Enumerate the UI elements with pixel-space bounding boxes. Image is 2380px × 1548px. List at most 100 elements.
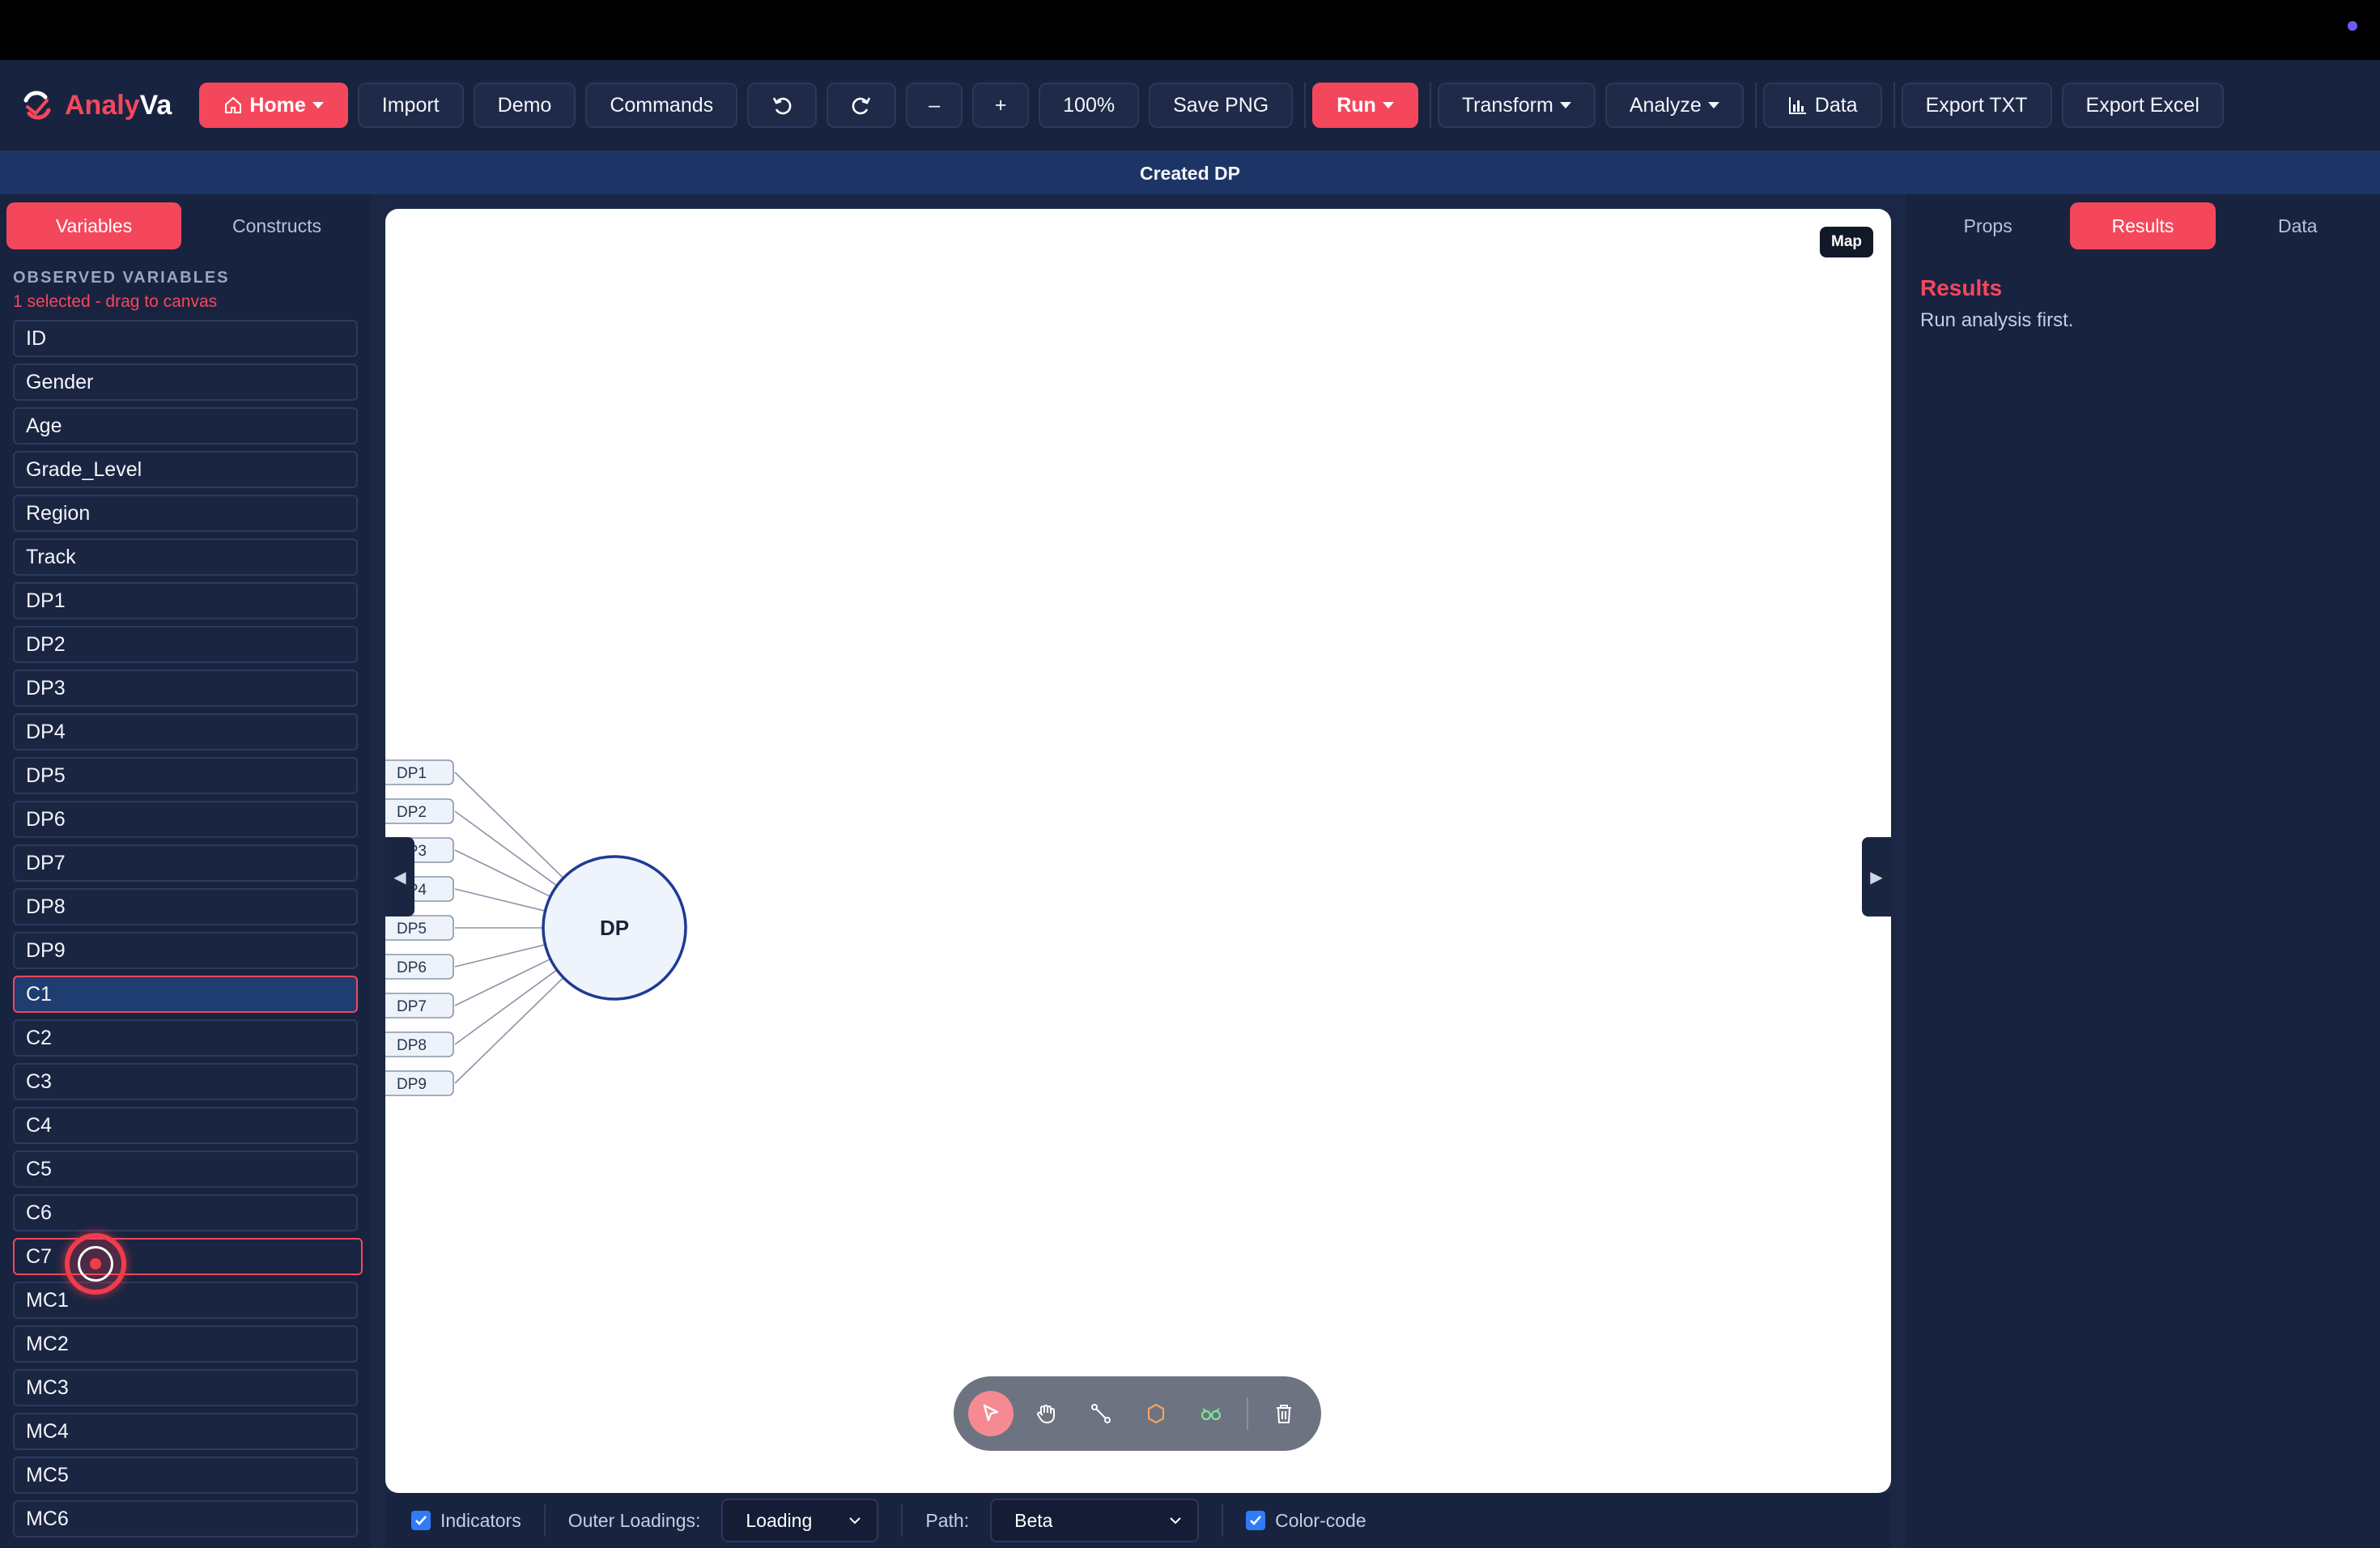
delete-tool[interactable] <box>1261 1391 1307 1436</box>
outer-loadings-label: Outer Loadings: <box>567 1509 701 1531</box>
zoom-out-button[interactable]: – <box>906 83 963 128</box>
map-button[interactable]: Map <box>1820 227 1873 257</box>
variable-item[interactable]: DP1 <box>13 582 358 619</box>
indicators-checkbox[interactable] <box>411 1511 431 1530</box>
hexagon-icon <box>1147 1403 1165 1424</box>
tab-props[interactable]: Props <box>1915 202 2060 249</box>
variable-item[interactable]: C5 <box>13 1150 358 1188</box>
demo-button[interactable]: Demo <box>473 83 576 128</box>
section-title: OBSERVED VARIABLES <box>13 269 230 287</box>
chevron-down-icon <box>1170 1517 1181 1525</box>
zoom-in-button[interactable]: + <box>972 83 1030 128</box>
tools-divider <box>1247 1397 1248 1430</box>
variable-item[interactable]: DP2 <box>13 626 358 663</box>
construct-tool[interactable] <box>1133 1391 1179 1436</box>
model-canvas[interactable]: DP1DP2DP3DP4DP5DP6DP7DP8DP9DP Map <box>385 209 1891 1493</box>
variable-item[interactable]: DP4 <box>13 713 358 751</box>
indicator-label: DP5 <box>397 921 427 938</box>
analyze-button[interactable]: Analyze <box>1604 83 1744 128</box>
variable-item[interactable]: Region <box>13 495 358 532</box>
home-icon <box>225 96 242 113</box>
loop-tool[interactable] <box>1188 1391 1234 1436</box>
collapse-right-button[interactable]: ▶ <box>1862 837 1891 916</box>
loading-path[interactable] <box>454 772 564 879</box>
variable-item[interactable]: DP3 <box>13 670 358 707</box>
redo-button[interactable] <box>827 83 897 128</box>
chevron-down-icon <box>1707 102 1719 108</box>
cursor-indicator <box>65 1233 126 1295</box>
variable-item[interactable]: MC5 <box>13 1457 358 1494</box>
tab-variables[interactable]: Variables <box>6 202 181 249</box>
main-toolbar: AnalyVa Home Import Demo Commands – + 10… <box>0 60 2380 151</box>
import-button[interactable]: Import <box>357 83 464 128</box>
variable-item[interactable]: DP6 <box>13 801 358 838</box>
loading-path[interactable] <box>454 849 551 898</box>
variable-item[interactable]: Grade_Level <box>13 451 358 488</box>
undo-button[interactable] <box>747 83 818 128</box>
collapse-left-button[interactable]: ◀ <box>385 837 414 916</box>
run-button[interactable]: Run <box>1312 83 1418 128</box>
variable-item[interactable]: ID <box>13 320 358 357</box>
path-label: Path: <box>925 1509 970 1531</box>
selection-hint: 1 selected - drag to canvas <box>13 292 218 311</box>
pointer-icon <box>983 1404 999 1422</box>
tab-data[interactable]: Data <box>2225 202 2370 249</box>
transform-button[interactable]: Transform <box>1437 83 1596 128</box>
variable-item[interactable]: MC4 <box>13 1413 358 1450</box>
status-banner: Created DP <box>0 151 2380 194</box>
options-divider <box>901 1504 903 1537</box>
indicator-label: DP7 <box>397 998 427 1015</box>
top-strip <box>0 0 2380 60</box>
variable-item[interactable]: C2 <box>13 1019 358 1057</box>
left-panel: Variables Constructs OBSERVED VARIABLES … <box>0 194 371 1548</box>
color-code-checkbox[interactable] <box>1246 1511 1266 1530</box>
options-divider <box>1222 1504 1224 1537</box>
loading-path[interactable] <box>454 888 546 912</box>
variable-item[interactable]: C4 <box>13 1107 358 1144</box>
select-tool[interactable] <box>968 1391 1014 1436</box>
connect-tool[interactable] <box>1078 1391 1124 1436</box>
pan-tool[interactable] <box>1023 1391 1069 1436</box>
toolbar-divider <box>1429 83 1431 128</box>
loading-path[interactable] <box>454 958 551 1006</box>
variable-item[interactable]: DP9 <box>13 932 358 969</box>
outer-loadings-select[interactable]: Loading <box>721 1499 879 1542</box>
variable-item[interactable]: DP7 <box>13 844 358 882</box>
loading-path[interactable] <box>454 976 564 1084</box>
path-select[interactable]: Beta <box>990 1499 1200 1542</box>
chevron-down-icon <box>849 1517 861 1525</box>
right-panel: Props Results Data Results Run analysis … <box>1906 194 2380 1548</box>
color-code-label: Color-code <box>1275 1509 1366 1531</box>
export-txt-button[interactable]: Export TXT <box>1901 83 2052 128</box>
loading-path[interactable] <box>454 944 546 968</box>
variable-item[interactable]: MC2 <box>13 1325 358 1363</box>
variable-item[interactable]: Gender <box>13 364 358 401</box>
commands-button[interactable]: Commands <box>585 83 738 128</box>
tab-results[interactable]: Results <box>2070 202 2216 249</box>
toolbar-divider <box>1754 83 1757 128</box>
tab-constructs[interactable]: Constructs <box>189 202 364 249</box>
zoom-level[interactable]: 100% <box>1039 83 1140 128</box>
export-excel-button[interactable]: Export Excel <box>2061 83 2224 128</box>
data-button[interactable]: Data <box>1762 83 1882 128</box>
results-title: Results <box>1920 275 2003 300</box>
variable-item[interactable]: C3 <box>13 1063 358 1100</box>
trash-icon <box>1277 1405 1291 1423</box>
variable-item[interactable]: C6 <box>13 1194 358 1231</box>
save-png-button[interactable]: Save PNG <box>1149 83 1294 128</box>
variable-item[interactable]: MC3 <box>13 1369 358 1406</box>
variable-item[interactable]: Track <box>13 538 358 576</box>
infinity-icon <box>1201 1408 1222 1421</box>
variable-item[interactable]: DP5 <box>13 757 358 794</box>
path-diagram[interactable]: DP1DP2DP3DP4DP5DP6DP7DP8DP9DP <box>385 209 1891 1493</box>
indicator-label: DP2 <box>397 804 427 821</box>
app-name: AnalyVa <box>65 89 172 121</box>
variable-item[interactable]: Age <box>13 407 358 444</box>
home-button[interactable]: Home <box>199 83 348 128</box>
banner-text: Created DP <box>1140 162 1240 184</box>
variable-item[interactable]: C1 <box>13 976 358 1013</box>
status-dot <box>2348 21 2357 31</box>
variable-item[interactable]: MC6 <box>13 1500 358 1537</box>
variable-item[interactable]: DP8 <box>13 888 358 925</box>
variable-item[interactable]: MC1 <box>13 1282 358 1319</box>
